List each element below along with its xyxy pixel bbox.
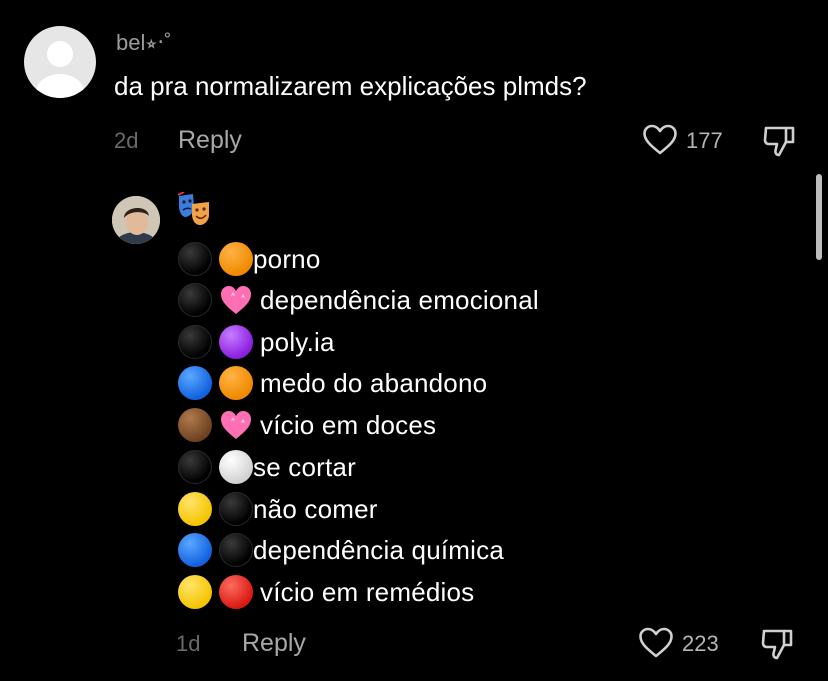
black-circle-icon [178, 242, 212, 276]
yellow-circle-icon [178, 575, 212, 609]
black-circle-icon [178, 283, 212, 317]
orange-circle-icon [219, 366, 253, 400]
brown-circle-icon [178, 408, 212, 442]
default-avatar-icon [36, 41, 84, 98]
list-item-label: vício em doces [260, 409, 437, 440]
white-circle-icon [219, 450, 253, 484]
heart-outline-icon[interactable] [638, 627, 674, 659]
reply-button[interactable]: Reply [242, 629, 306, 658]
list-item: dependência química [178, 533, 504, 567]
list-item: poly.ia [178, 325, 335, 359]
list-item: não comer [178, 492, 378, 526]
orange-circle-icon [219, 242, 253, 276]
list-item: porno [178, 242, 321, 276]
avatar[interactable] [112, 196, 160, 244]
scrollbar[interactable] [816, 174, 822, 260]
yellow-circle-icon [178, 492, 212, 526]
list-item-label: não comer [253, 493, 378, 524]
black-circle-icon [219, 533, 253, 567]
list-item: se cortar [178, 450, 356, 484]
like-count: 223 [682, 631, 719, 656]
heart-outline-icon[interactable] [642, 124, 678, 156]
like-count: 177 [686, 128, 723, 153]
thumbs-down-icon[interactable] [762, 124, 796, 158]
pink-heart-icon [221, 411, 251, 439]
list-item-label: dependência química [253, 534, 504, 565]
list-item-label: vício em remédios [260, 576, 475, 607]
comment-time: 2d [114, 128, 139, 153]
blue-circle-icon [178, 533, 212, 567]
list-item-label: dependência emocional [260, 284, 539, 315]
list-item-label: se cortar [253, 451, 356, 482]
black-circle-icon [219, 492, 253, 526]
comment-text: da pra normalizarem explicações plmds? [114, 71, 587, 101]
list-item-label: porno [253, 243, 321, 274]
thumbs-down-icon[interactable] [760, 627, 794, 661]
reply-button[interactable]: Reply [178, 126, 242, 155]
comment-time: 1d [176, 631, 201, 656]
performing-arts-masks-icon [176, 191, 212, 226]
pink-heart-icon [221, 286, 251, 314]
avatar[interactable] [24, 26, 96, 98]
list-item: dependência emocional [178, 283, 539, 317]
list-item: medo do abandono [178, 366, 487, 400]
black-circle-icon [178, 325, 212, 359]
purple-circle-icon [219, 325, 253, 359]
red-circle-icon [219, 575, 253, 609]
blue-circle-icon [178, 366, 212, 400]
list-item-label: poly.ia [260, 326, 335, 357]
list-item: vício em doces [178, 408, 436, 442]
username[interactable]: bel⭒‧˚ [116, 30, 172, 56]
list-item-label: medo do abandono [260, 367, 488, 398]
list-item: vício em remédios [178, 575, 474, 609]
black-circle-icon [178, 450, 212, 484]
